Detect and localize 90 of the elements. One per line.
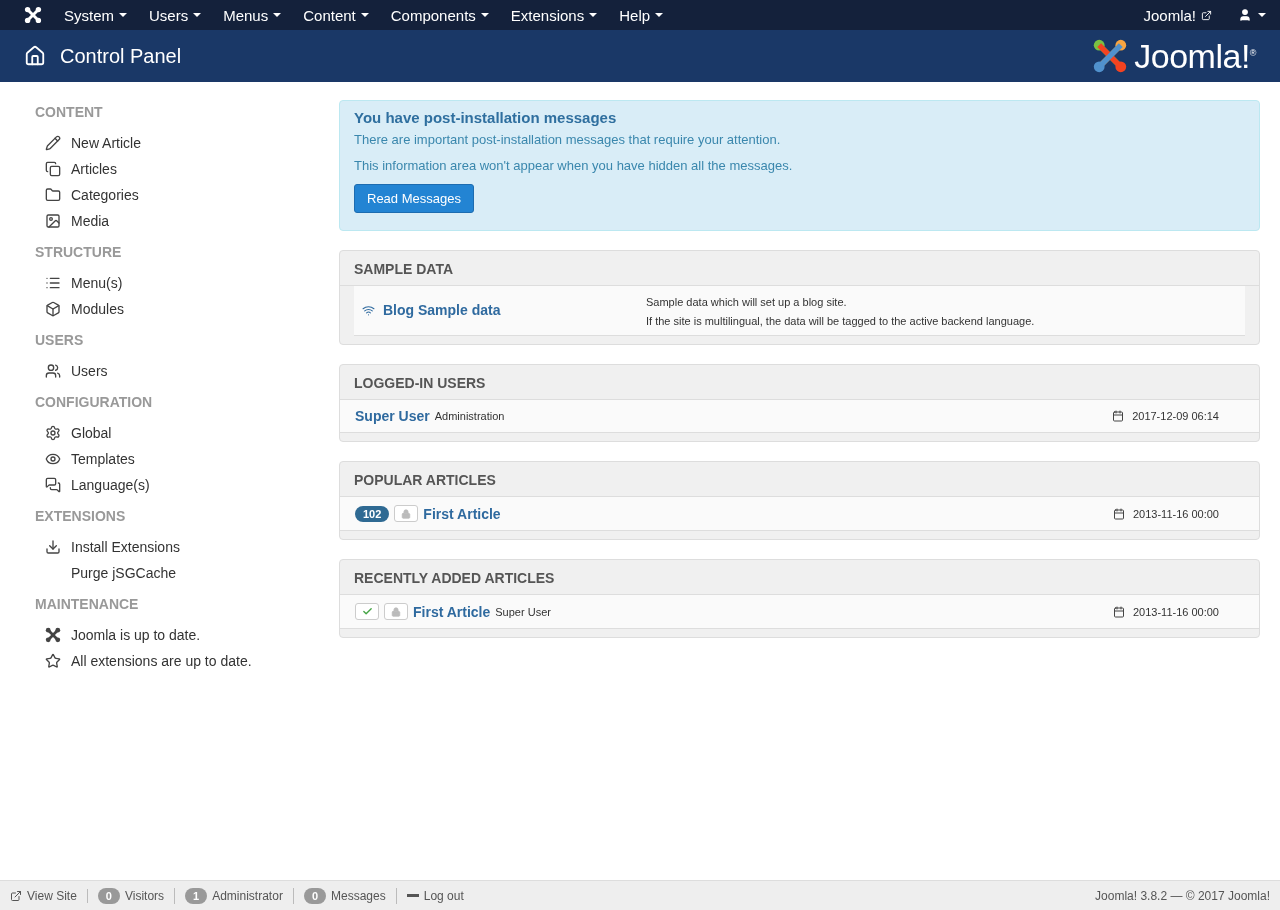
sample-description: If the site is multilingual, the data will be tagged to the active backend language.: [646, 315, 1035, 327]
lock-toggle[interactable]: [394, 505, 419, 522]
sample-data-link[interactable]: Blog Sample data: [362, 293, 646, 327]
status-label: Log out: [423, 888, 464, 903]
menu-item[interactable]: System: [64, 6, 127, 24]
check-icon: [361, 606, 373, 617]
sidebar-item[interactable]: Templates: [35, 446, 316, 472]
count-badge: 1: [185, 887, 208, 904]
hits-count: 102: [355, 505, 390, 522]
pencil-icon: [44, 135, 61, 151]
status-label: Administrator: [212, 888, 283, 903]
eye-icon: [44, 451, 61, 467]
article-link[interactable]: First Article: [413, 603, 491, 620]
joomla-logo-icon: [1092, 38, 1129, 74]
row-date: 2017-12-09 06:14: [1132, 410, 1219, 422]
status-label: View Site: [27, 888, 77, 903]
menu-item[interactable]: Components: [390, 6, 489, 24]
joomla-icon: [24, 6, 42, 24]
list-icon: [44, 275, 61, 291]
copies-icon: [44, 161, 61, 177]
calendar-icon: [1112, 507, 1125, 520]
sidebar-heading: USERS: [35, 332, 85, 348]
status-label: Visitors: [124, 888, 165, 903]
sidebar-item[interactable]: Joomla is up to date.: [35, 622, 316, 648]
row-date: 2013-11-16 00:00: [1132, 507, 1219, 520]
sidebar-heading: MAINTENANCE: [35, 596, 140, 612]
image-icon: [44, 213, 61, 229]
alert-title: You have post-installation messages: [354, 109, 618, 126]
star-icon: [44, 653, 61, 669]
sidebar-item[interactable]: Articles: [35, 156, 316, 182]
alert-text: There are important post-installation messages that require your attention.: [354, 132, 782, 147]
user-link[interactable]: Super User: [355, 408, 430, 424]
alert-text: This information area won't appear when you have hidden all the messages.: [354, 158, 794, 173]
external-link-icon: [10, 889, 22, 902]
calendar-icon: [1112, 410, 1125, 422]
article-link[interactable]: First Article: [423, 505, 501, 522]
sidebar-item[interactable]: Install Extensions: [35, 534, 316, 560]
sidebar-item[interactable]: New Article: [35, 130, 316, 156]
read-messages-button[interactable]: Read Messages: [354, 184, 474, 213]
status-link[interactable]: Log out: [396, 888, 474, 903]
status-link[interactable]: 0 Visitors: [87, 887, 176, 904]
wifi-icon: [362, 303, 375, 317]
download-icon: [44, 539, 61, 555]
sidebar-item[interactable]: Modules: [35, 296, 316, 322]
joomla-logo: Joomla!$^{®}$: [1134, 36, 1256, 76]
row-meta: Administration: [434, 410, 505, 422]
sidebar-heading: STRUCTURE: [35, 244, 123, 260]
sidebar-item[interactable]: Categories: [35, 182, 316, 208]
page-title: Control Panel: [60, 44, 182, 68]
users-icon: [44, 363, 61, 379]
published-toggle[interactable]: [355, 603, 379, 620]
sidebar-item[interactable]: Language(s): [35, 472, 316, 498]
sidebar-item[interactable]: Media: [35, 208, 316, 234]
joomla-icon: [44, 627, 61, 643]
sidebar-heading: EXTENSIONS: [35, 508, 127, 524]
user-menu-icon[interactable]: [1238, 8, 1252, 22]
row-meta: Super User: [495, 605, 551, 618]
sidebar-item[interactable]: Purge jSGCache: [35, 560, 316, 586]
sidebar-item[interactable]: Global: [35, 420, 316, 446]
sidebar-item[interactable]: Users: [35, 358, 316, 384]
settings-icon: [44, 425, 61, 441]
row-date: 2013-11-16 00:00: [1132, 605, 1219, 618]
sidebar-item[interactable]: All extensions are up to date.: [35, 648, 316, 674]
count-badge: 0: [97, 887, 120, 904]
status-link[interactable]: 1 Administrator: [175, 887, 294, 904]
menu-item[interactable]: Content: [303, 6, 369, 24]
dash-icon: [406, 894, 419, 897]
calendar-icon: [1112, 605, 1125, 618]
sidebar-heading: CONFIGURATION: [35, 394, 154, 410]
external-link-icon: [1201, 9, 1212, 21]
lock-icon: [401, 508, 412, 519]
status-label: Messages: [331, 888, 386, 903]
sample-description: Sample data which will set up a blog site.: [646, 296, 848, 308]
status-link[interactable]: 0 Messages: [293, 887, 397, 904]
speech-bubbles-icon: [44, 477, 61, 493]
lock-icon: [391, 606, 401, 617]
sidebar-item[interactable]: Menu(s): [35, 270, 316, 296]
folder-icon: [44, 187, 61, 203]
home-icon: [24, 45, 46, 67]
menu-item[interactable]: Extensions: [510, 6, 598, 24]
status-link[interactable]: View Site: [10, 888, 88, 903]
menu-item[interactable]: Menus: [223, 6, 282, 24]
lock-toggle[interactable]: [384, 603, 408, 620]
menu-item[interactable]: Help: [619, 6, 664, 24]
count-badge: 0: [303, 887, 326, 904]
sidebar-heading: CONTENT: [35, 104, 104, 120]
cube-icon: [44, 301, 61, 317]
menu-item[interactable]: Users: [149, 6, 202, 24]
site-link[interactable]: Joomla!: [1143, 6, 1212, 24]
version-text: Joomla! 3.8.2 — © 2017 Joomla!: [1095, 888, 1270, 903]
